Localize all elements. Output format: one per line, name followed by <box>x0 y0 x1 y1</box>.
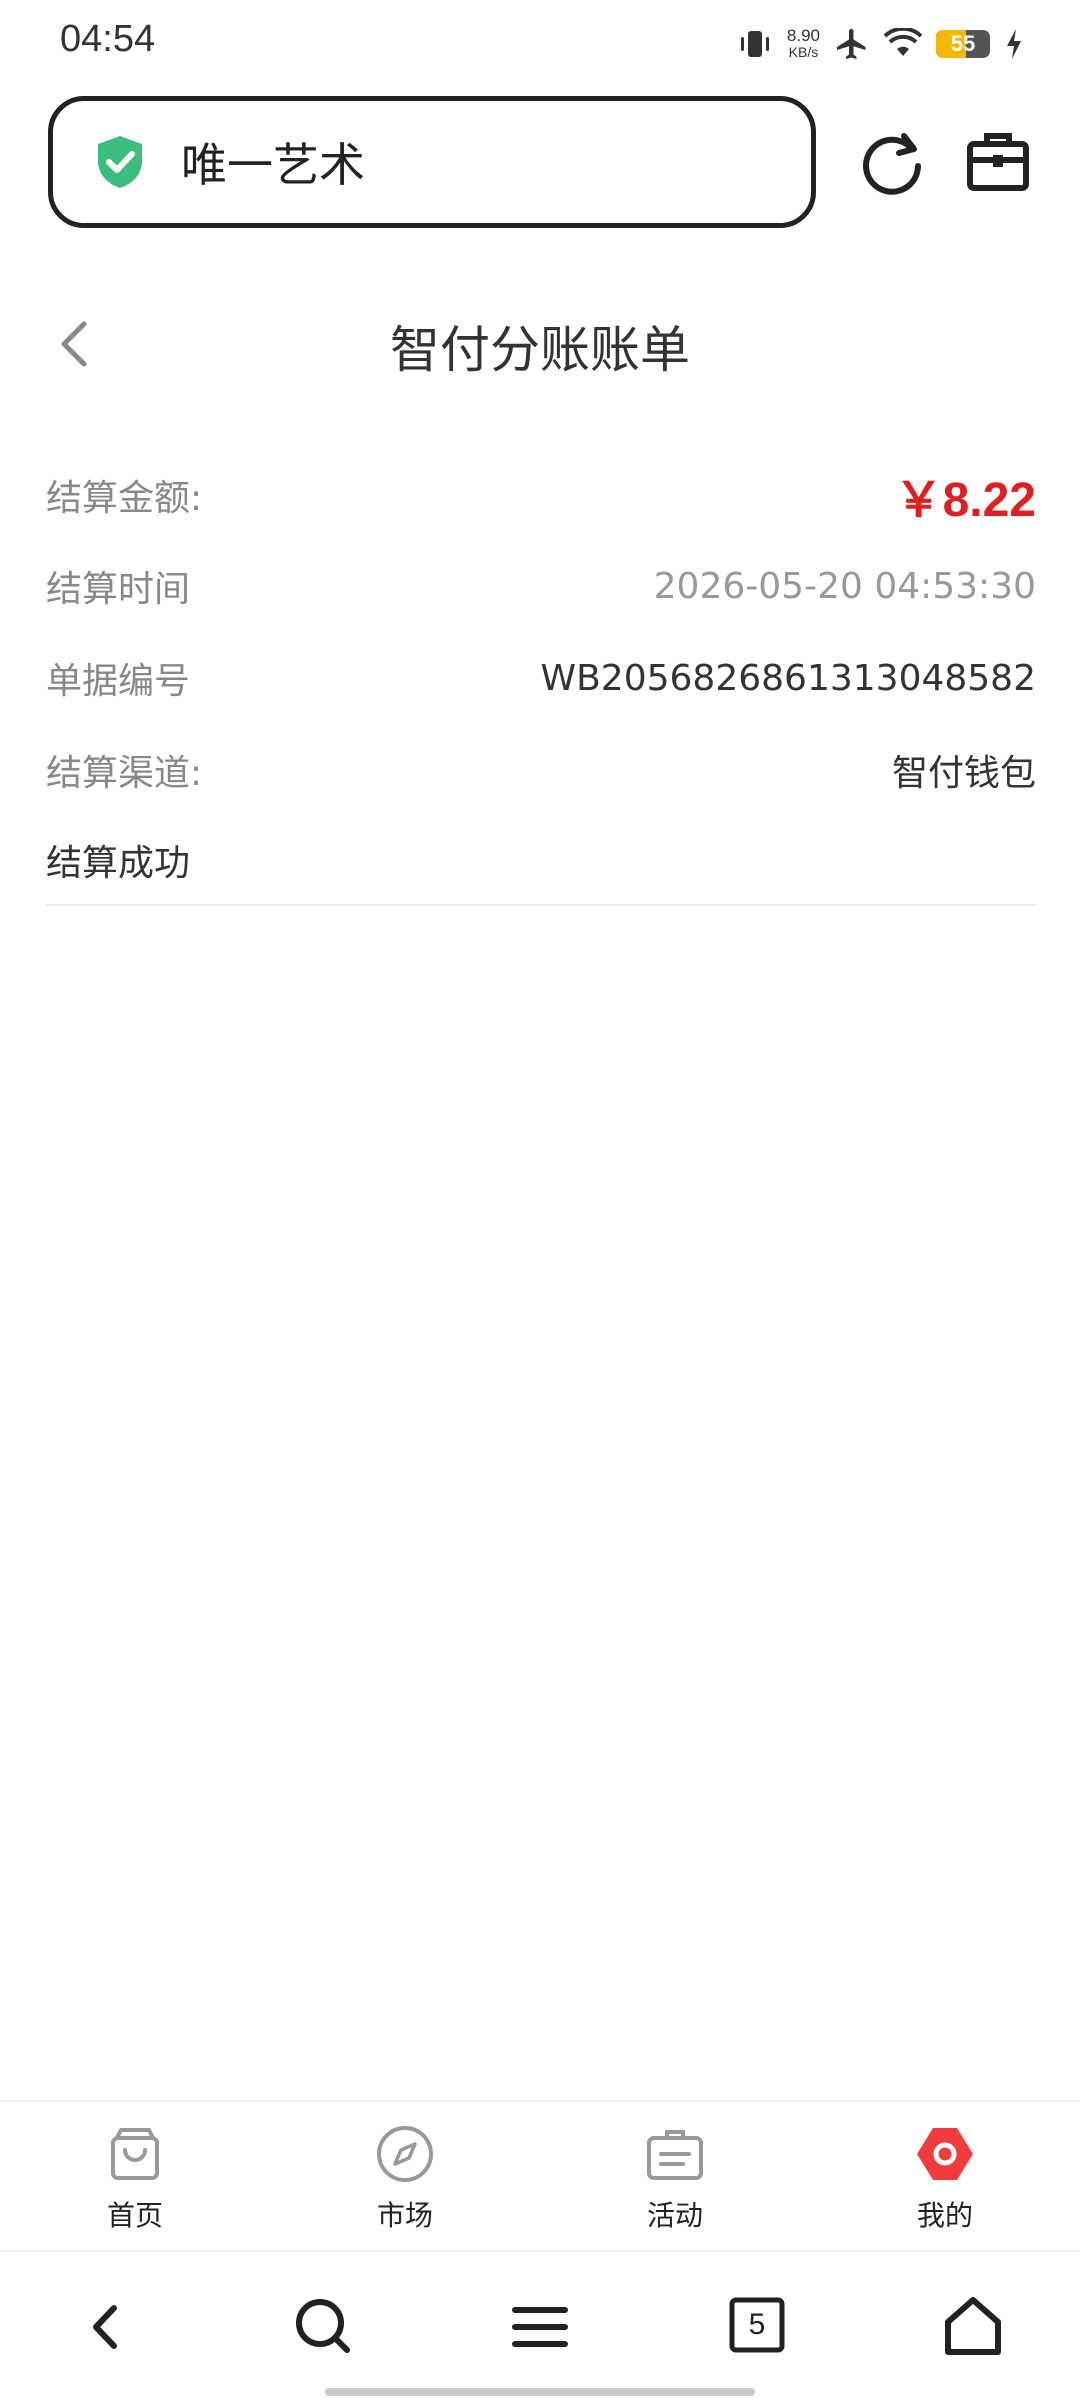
shield-check-icon <box>98 136 142 188</box>
order-value: WB2056826861313048582 <box>540 657 1036 699</box>
network-speed-value: 8.90 <box>786 26 820 45</box>
status-time: 04:54 <box>60 18 156 60</box>
search-icon[interactable] <box>289 2292 359 2362</box>
tab-activity[interactable]: 活动 <box>540 2102 810 2250</box>
channel-row: 结算渠道: 智付钱包 <box>46 724 1036 816</box>
tab-home-label: 首页 <box>106 2199 163 2232</box>
channel-label: 结算渠道: <box>46 753 203 794</box>
page-title: 智付分账账单 <box>390 321 690 379</box>
toolbox-icon[interactable] <box>962 126 1034 198</box>
settlement-details: 结算金额: ￥8.22 结算时间 2026-05-20 04:53:30 单据编… <box>46 450 1036 906</box>
profile-hexagon-icon <box>917 2128 973 2180</box>
settlement-status: 结算成功 <box>46 843 191 884</box>
address-bar[interactable]: 唯一艺术 <box>48 96 816 228</box>
page-header: 智付分账账单 <box>0 288 1080 398</box>
battery-level: 55 <box>950 31 976 56</box>
network-speed-unit: KB/s <box>788 44 819 60</box>
channel-value: 智付钱包 <box>891 753 1036 794</box>
browser-bar: 唯一艺术 <box>48 96 1048 232</box>
battery-icon: 55 <box>936 30 990 58</box>
tab-mine[interactable]: 我的 <box>810 2102 1080 2250</box>
amount-row: 结算金额: ￥8.22 <box>46 450 1036 540</box>
time-value: 2026-05-20 04:53:30 <box>653 565 1036 607</box>
home-icon[interactable] <box>938 2292 1008 2362</box>
wifi-icon <box>884 28 922 56</box>
status-row: 结算成功 <box>46 816 1036 906</box>
tabs-button[interactable]: 5 <box>722 2292 792 2362</box>
charging-icon <box>1007 29 1021 59</box>
time-label: 结算时间 <box>46 569 191 610</box>
time-row: 结算时间 2026-05-20 04:53:30 <box>46 540 1036 632</box>
compass-icon <box>377 2126 433 2182</box>
order-label: 单据编号 <box>46 661 191 702</box>
tab-market[interactable]: 市场 <box>270 2102 540 2250</box>
home-indicator[interactable] <box>325 2388 755 2396</box>
browser-nav-bar: 5 <box>0 2250 1080 2400</box>
back-icon[interactable] <box>72 2292 142 2362</box>
amount-label: 结算金额: <box>46 478 203 519</box>
amount-value: ￥8.22 <box>894 474 1036 527</box>
status-icons: 8.90 KB/s 55 <box>737 22 1024 66</box>
shopping-bag-icon <box>111 2128 159 2180</box>
tab-market-label: 市场 <box>376 2199 433 2232</box>
status-bar: 04:54 8.90 KB/s 55 <box>0 0 1080 84</box>
airplane-icon <box>837 29 866 59</box>
reload-icon[interactable] <box>856 126 928 198</box>
tab-activity-label: 活动 <box>646 2199 703 2232</box>
tab-mine-label: 我的 <box>916 2199 973 2232</box>
network-speed: 8.90 KB/s <box>787 27 820 61</box>
briefcase-icon <box>647 2130 703 2180</box>
vibrate-icon <box>740 31 769 57</box>
tab-bar: 首页 市场 活动 我的 <box>0 2100 1080 2250</box>
menu-icon[interactable] <box>505 2292 575 2362</box>
order-row: 单据编号 WB2056826861313048582 <box>46 632 1036 724</box>
tabs-count: 5 <box>748 2308 766 2341</box>
address-text: 唯一艺术 <box>181 138 365 192</box>
tab-home[interactable]: 首页 <box>0 2102 270 2250</box>
